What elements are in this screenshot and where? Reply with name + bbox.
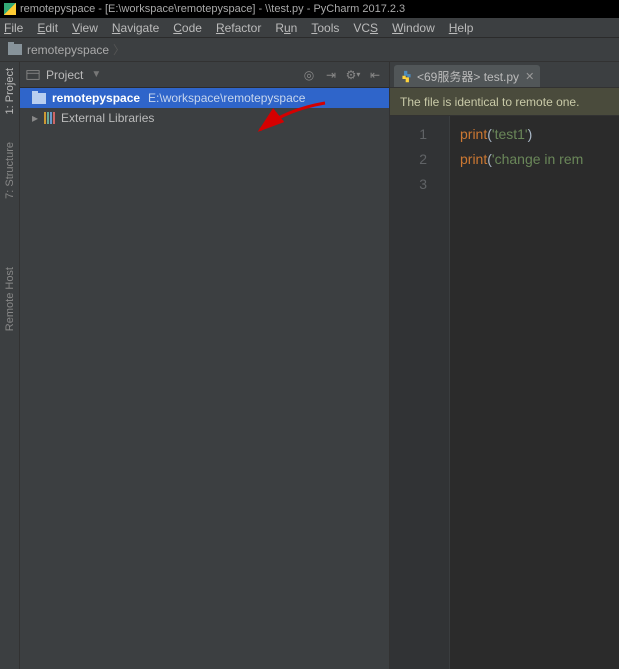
window-titlebar: remotepyspace - [E:\workspace\remotepysp… — [0, 0, 619, 18]
tool-project[interactable]: 1: Project — [4, 68, 16, 114]
chevron-right-icon: 〉 — [113, 41, 125, 58]
hide-icon[interactable]: ⇤ — [367, 67, 383, 83]
tree-item-project-root[interactable]: remotepyspace E:\workspace\remotepyspace — [20, 88, 389, 108]
menu-help[interactable]: Help — [449, 21, 474, 35]
tree-item-path: E:\workspace\remotepyspace — [148, 91, 305, 105]
menu-view[interactable]: View — [72, 21, 98, 35]
tree-item-name: remotepyspace — [52, 91, 140, 105]
menu-refactor[interactable]: Refactor — [216, 21, 261, 35]
tool-structure[interactable]: 7: Structure — [4, 142, 16, 199]
project-view-icon — [26, 68, 40, 82]
editor-area: <69服务器> test.py ✕ The file is identical … — [390, 62, 619, 669]
line-number: 1 — [390, 122, 427, 147]
code-editor[interactable]: 1 2 3 print('test1')print('change in rem — [390, 116, 619, 669]
tree-item-name: External Libraries — [61, 111, 154, 125]
breadcrumb[interactable]: remotepyspace 〉 — [0, 38, 619, 62]
library-icon — [44, 112, 55, 124]
tree-item-external-libraries[interactable]: ▸ External Libraries — [20, 108, 389, 128]
project-panel-header: Project ▼ ◎ ⇥ ⚙▾ ⇤ — [20, 62, 389, 88]
banner-text: The file is identical to remote one. — [400, 95, 579, 109]
line-number: 3 — [390, 172, 427, 197]
menu-file[interactable]: File — [4, 21, 23, 35]
editor-tabbar: <69服务器> test.py ✕ — [390, 62, 619, 88]
project-tree[interactable]: remotepyspace E:\workspace\remotepyspace… — [20, 88, 389, 669]
app-icon — [4, 3, 16, 15]
menubar: File Edit View Navigate Code Refactor Ru… — [0, 18, 619, 38]
project-panel-title: Project — [46, 68, 83, 82]
menu-tools[interactable]: Tools — [311, 21, 339, 35]
gear-icon[interactable]: ⚙▾ — [345, 67, 361, 83]
window-title: remotepyspace - [E:\workspace\remotepysp… — [20, 3, 405, 15]
menu-window[interactable]: Window — [392, 21, 435, 35]
notification-banner: The file is identical to remote one. — [390, 88, 619, 116]
collapse-all-icon[interactable]: ⇥ — [323, 67, 339, 83]
close-icon[interactable]: ✕ — [525, 70, 534, 83]
tool-window-bar-left: 1: Project 7: Structure Remote Host — [0, 62, 20, 669]
chevron-down-icon[interactable]: ▼ — [91, 69, 101, 80]
tool-remote-host[interactable]: Remote Host — [4, 267, 16, 331]
scroll-from-source-icon[interactable]: ◎ — [301, 67, 317, 83]
tab-label: <69服务器> test.py — [417, 68, 519, 85]
menu-edit[interactable]: Edit — [37, 21, 58, 35]
line-number: 2 — [390, 147, 427, 172]
code-content[interactable]: print('test1')print('change in rem — [450, 116, 619, 669]
folder-icon — [8, 44, 22, 55]
line-number-gutter: 1 2 3 — [390, 116, 450, 669]
menu-code[interactable]: Code — [173, 21, 202, 35]
project-panel: Project ▼ ◎ ⇥ ⚙▾ ⇤ remotepyspace E:\work… — [20, 62, 390, 669]
breadcrumb-label: remotepyspace — [27, 43, 109, 57]
python-file-icon — [400, 70, 413, 83]
menu-vcs[interactable]: VCS — [353, 21, 378, 35]
expand-arrow-icon[interactable]: ▸ — [32, 111, 42, 125]
menu-navigate[interactable]: Navigate — [112, 21, 159, 35]
menu-run[interactable]: Run — [275, 21, 297, 35]
editor-tab[interactable]: <69服务器> test.py ✕ — [394, 65, 540, 87]
folder-icon — [32, 93, 46, 104]
